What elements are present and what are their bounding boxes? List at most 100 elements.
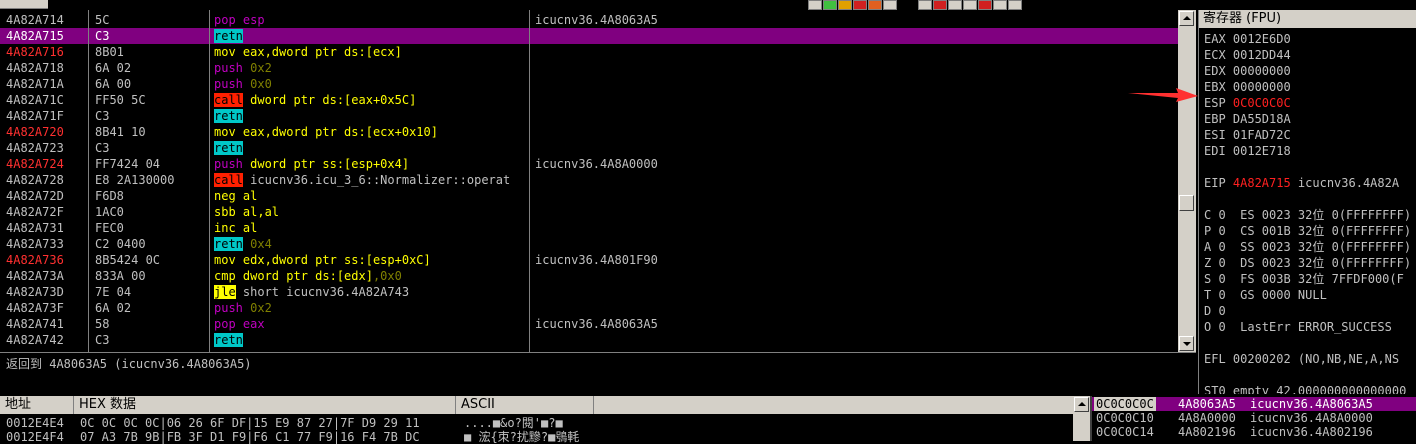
asm-token: pop esp	[214, 13, 265, 27]
disasm-row[interactable]: 4A82A73F 6A 02 push 0x2	[0, 300, 1178, 316]
register-line[interactable]: Z 0 DS 0023 32位 0(FFFFFFFF)	[1204, 255, 1411, 271]
register-line[interactable]: EDI 0012E718	[1204, 143, 1291, 159]
instruction-address: 4A82A714	[6, 13, 64, 27]
toolbar-button-icon[interactable]	[918, 0, 932, 10]
disassembly-scrollbar[interactable]	[1178, 10, 1196, 352]
asm-token: push	[214, 157, 251, 171]
disasm-row[interactable]: 4A82A733 C2 0400 retn 0x4	[0, 236, 1178, 252]
register-name: ESI 01FAD72C	[1204, 128, 1291, 142]
register-line[interactable]: ST0 empty 42.000000000000000	[1204, 383, 1406, 394]
instruction-text: push 0x2	[214, 300, 526, 316]
disasm-row[interactable]: 4A82A741 58 pop eax icucnv36.4A8063A5	[0, 316, 1178, 332]
register-line[interactable]: O 0 LastErr ERROR_SUCCESS	[1204, 319, 1392, 335]
register-name: P 0 CS 001B 32位 0(FFFFFFFF)	[1204, 224, 1412, 238]
toolbar-button-icon[interactable]	[933, 0, 947, 10]
register-line[interactable]: T 0 GS 0000 NULL	[1204, 287, 1327, 303]
toolbar-button-icon[interactable]	[868, 0, 882, 10]
register-line[interactable]: D 0	[1204, 303, 1226, 319]
register-line[interactable]: C 0 ES 0023 32位 0(FFFFFFFF)	[1204, 207, 1411, 223]
disasm-row[interactable]: 4A82A73D 7E 04 jle short icucnv36.4A82A743	[0, 284, 1178, 300]
toolbar-button-icon[interactable]	[993, 0, 1007, 10]
registers-pane[interactable]: 寄存器 (FPU) EAX 0012E6D0 ECX 0012DD44 EDX 00…	[1198, 10, 1416, 394]
register-line[interactable]: ESI 01FAD72C	[1204, 127, 1291, 143]
toolbar-button-icon[interactable]	[823, 0, 837, 10]
disasm-row[interactable]: 4A82A715 C3 retn	[0, 28, 1178, 44]
disasm-row[interactable]: 4A82A71A 6A 00 push 0x0	[0, 76, 1178, 92]
toolbar-button-icon[interactable]	[808, 0, 822, 10]
instruction-address: 4A82A724	[6, 157, 64, 171]
toolbar-button-icon[interactable]	[978, 0, 992, 10]
window-tab[interactable]	[0, 0, 48, 9]
instruction-text: retn 0x4	[214, 236, 526, 252]
toolbar-button-icon[interactable]	[963, 0, 977, 10]
column-header-ascii[interactable]: ASCII	[456, 396, 594, 414]
register-line[interactable]: EFL 00200202 (NO,NB,NE,A,NS	[1204, 351, 1399, 367]
asm-token: 0x2	[250, 61, 272, 75]
disasm-row[interactable]: 4A82A723 C3 retn	[0, 140, 1178, 156]
disasm-row[interactable]: 4A82A71C FF50 5C call dword ptr ds:[eax+0x…	[0, 92, 1178, 108]
register-comment: icucnv36.4A82A	[1290, 176, 1400, 190]
disasm-row[interactable]: 4A82A714 5C pop esp icucnv36.4A8063A5	[0, 12, 1178, 28]
disasm-row[interactable]: 4A82A716 8B01 mov eax,dword ptr ds:[ecx]	[0, 44, 1178, 60]
register-line[interactable]: ESP 0C0C0C0C	[1204, 95, 1291, 111]
instruction-address: 4A82A71F	[6, 109, 64, 123]
disasm-row[interactable]: 4A82A736 8B5424 0C mov edx,dword ptr ss:[e…	[0, 252, 1178, 268]
register-line[interactable]: A 0 SS 0023 32位 0(FFFFFFFF)	[1204, 239, 1411, 255]
stack-pane[interactable]: 0C0C0C0C 4A8063A5 icucnv36.4A8063A5 0C0C0C1…	[1090, 396, 1416, 441]
register-line[interactable]: EAX 0012E6D0	[1204, 31, 1291, 47]
instruction-comment: icucnv36.4A8063A5	[535, 317, 658, 331]
asm-token: cmp	[214, 269, 243, 283]
dump-header: 地址 HEX 数据 ASCII	[0, 396, 1090, 414]
instruction-address: 4A82A72D	[6, 189, 64, 203]
register-name: O 0 LastErr ERROR_SUCCESS	[1204, 320, 1392, 334]
column-header-address[interactable]: 地址	[0, 396, 74, 414]
instruction-address: 4A82A716	[6, 45, 64, 59]
register-line[interactable]: EDX 00000000	[1204, 63, 1291, 79]
disasm-row[interactable]: 4A82A742 C3 retn	[0, 332, 1178, 348]
register-line[interactable]: P 0 CS 001B 32位 0(FFFFFFFF)	[1204, 223, 1411, 239]
disassembly-pane[interactable]: 4A82A714 5C pop esp icucnv36.4A8063A5 4A82A7…	[0, 10, 1178, 352]
instruction-text: jle short icucnv36.4A82A743	[214, 284, 526, 300]
instruction-address: 4A82A73A	[6, 269, 64, 283]
asm-token: icucnv36.icu_3_6::Normalizer::operat	[242, 173, 511, 187]
disasm-row[interactable]: 4A82A720 8B41 10 mov eax,dword ptr ds:[ecx…	[0, 124, 1178, 140]
register-line[interactable]: ECX 0012DD44	[1204, 47, 1291, 63]
instruction-text: retn	[214, 108, 526, 124]
register-line[interactable]: EBP DA55D18A	[1204, 111, 1291, 127]
register-line[interactable]: EBX 00000000	[1204, 79, 1291, 95]
stack-row[interactable]: 0C0C0C10 4A8A0000 icucnv36.4A8A0000	[1092, 411, 1416, 425]
asm-token: eax,dword ptr ds:[ecx+0x10]	[242, 125, 438, 139]
column-header-hex[interactable]: HEX 数据	[74, 396, 456, 414]
scroll-thumb[interactable]	[1179, 195, 1194, 211]
toolbar-button-icon[interactable]	[838, 0, 852, 10]
stack-row[interactable]: 0C0C0C14 4A802196 icucnv36.4A802196	[1092, 425, 1416, 439]
disasm-row[interactable]: 4A82A728 E8 2A130000 call icucnv36.icu_3_6…	[0, 172, 1178, 188]
asm-token: jle	[214, 285, 236, 299]
scroll-up-button[interactable]	[1074, 397, 1089, 412]
disasm-row[interactable]: 4A82A73A 833A 00 cmp dword ptr ds:[edx],0x…	[0, 268, 1178, 284]
dump-pane[interactable]: 0012E4E4 0C 0C 0C 0C|06 26 6F DF|15 E9 87…	[0, 414, 1090, 444]
instruction-address: 4A82A718	[6, 61, 64, 75]
register-line[interactable]: S 0 FS 003B 32位 7FFDF000(F	[1204, 271, 1404, 287]
disasm-row[interactable]: 4A82A724 FF7424 04 push dword ptr ss:[esp+…	[0, 156, 1178, 172]
toolbar-button-icon[interactable]	[1008, 0, 1022, 10]
toolbar-button-icon[interactable]	[853, 0, 867, 10]
toolbar-button-icon[interactable]	[948, 0, 962, 10]
disasm-row[interactable]: 4A82A731 FEC0 inc al	[0, 220, 1178, 236]
instruction-bytes: F6D8	[95, 189, 124, 203]
register-name: C 0 ES 0023 32位 0(FFFFFFFF)	[1204, 208, 1412, 222]
register-line[interactable]: EIP 4A82A715 icucnv36.4A82A	[1204, 175, 1399, 191]
toolbar-button-icon[interactable]	[883, 0, 897, 10]
stack-row[interactable]: 0C0C0C0C 4A8063A5 icucnv36.4A8063A5	[1092, 397, 1416, 411]
disasm-row[interactable]: 4A82A718 6A 02 push 0x2	[0, 60, 1178, 76]
dump-scrollbar[interactable]	[1073, 396, 1090, 441]
instruction-text: mov edx,dword ptr ss:[esp+0xC]	[214, 252, 526, 268]
scroll-down-button[interactable]	[1179, 336, 1194, 351]
instruction-bytes: FF50 5C	[95, 93, 146, 107]
disasm-row[interactable]: 4A82A72F 1AC0 sbb al,al	[0, 204, 1178, 220]
disasm-row[interactable]: 4A82A72D F6D8 neg al	[0, 188, 1178, 204]
scroll-up-button[interactable]	[1179, 11, 1194, 26]
instruction-address: 4A82A742	[6, 333, 64, 347]
disasm-row[interactable]: 4A82A71F C3 retn	[0, 108, 1178, 124]
stack-address: 0C0C0C14	[1096, 425, 1154, 439]
